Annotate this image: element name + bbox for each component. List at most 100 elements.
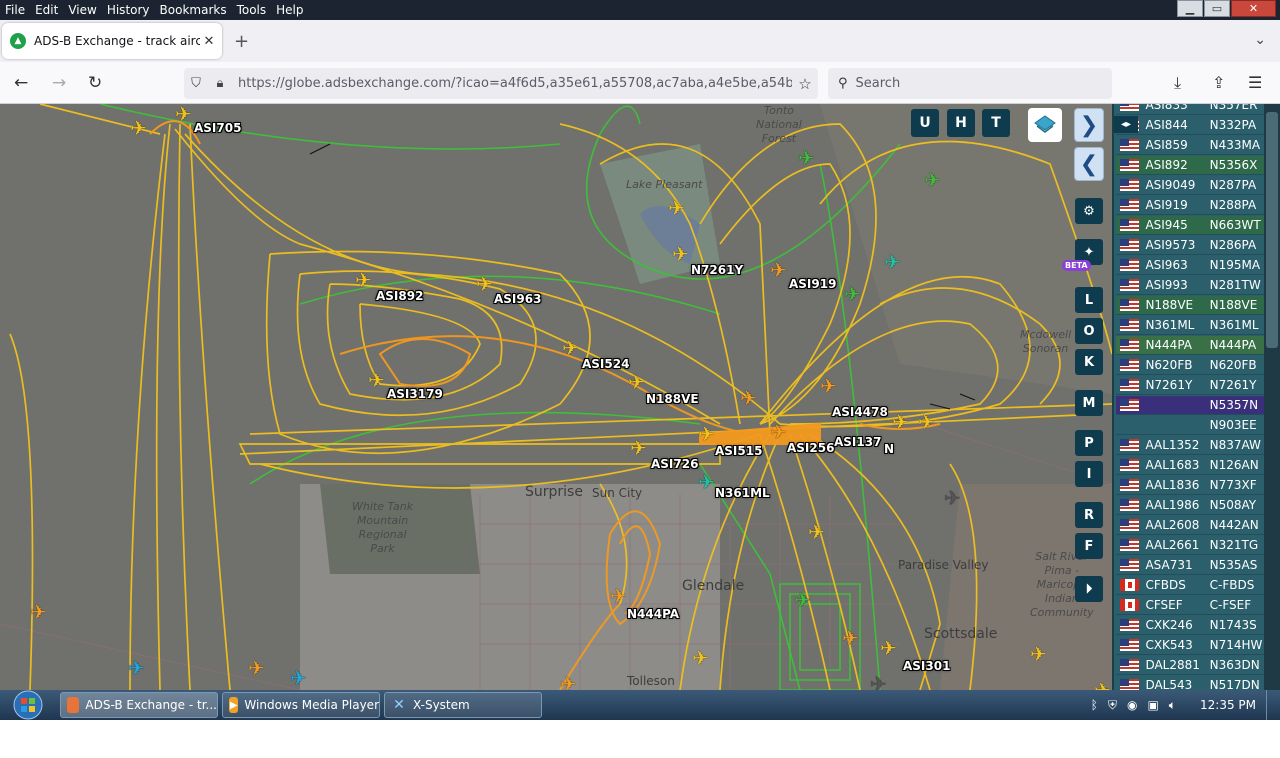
table-row[interactable]: ASI844 N332PA [1116, 116, 1266, 135]
table-row[interactable]: N5357N [1116, 396, 1266, 415]
aircraft-icon[interactable]: ✈ [355, 270, 372, 290]
aircraft-icon[interactable]: ✈ [892, 412, 909, 432]
search-box[interactable]: ⚲ Search [828, 68, 1112, 99]
table-row[interactable]: N188VE N188VE [1116, 296, 1266, 315]
aircraft-map[interactable]: Surprise Sun City Glendale Scottsdale To… [0, 104, 1112, 690]
table-row[interactable]: AAL2608 N442AN [1116, 516, 1266, 535]
close-tab-icon[interactable]: ✕ [200, 34, 218, 49]
aircraft-icon[interactable]: ✈ [630, 438, 647, 458]
table-row[interactable]: CXK246 N1743S [1116, 616, 1266, 635]
k-button[interactable]: K [1075, 349, 1103, 375]
aircraft-icon[interactable]: ✈ [918, 412, 935, 432]
aircraft-icon[interactable]: ✈ [668, 198, 685, 218]
table-row[interactable]: DAL543 N517DN [1116, 676, 1266, 690]
clock[interactable]: 12:35 PM [1200, 698, 1256, 712]
aircraft-label[interactable]: ASI726 [651, 457, 698, 471]
aircraft-icon[interactable]: ✈ [562, 338, 579, 358]
table-row[interactable]: AAL1683 N126AN [1116, 456, 1266, 475]
r-button[interactable]: R [1075, 502, 1103, 528]
t-button[interactable]: T [982, 109, 1010, 137]
p-button[interactable]: P [1075, 430, 1103, 456]
aircraft-label[interactable]: N361ML [715, 486, 770, 500]
network-icon[interactable]: ⛨ [1108, 698, 1117, 713]
aircraft-icon[interactable]: ✈ [770, 260, 787, 280]
bluetooth-icon[interactable]: ᛒ [1091, 698, 1098, 712]
aircraft-icon[interactable]: ✈ [844, 284, 861, 304]
menu-bookmarks[interactable]: Bookmarks [155, 0, 232, 20]
aircraft-label[interactable]: N188VE [646, 392, 699, 406]
table-row[interactable]: ASI892 N5356X [1116, 156, 1266, 175]
maximize-button[interactable]: ▭ [1204, 0, 1230, 17]
aircraft-icon[interactable]: ✈ [1094, 680, 1111, 690]
aircraft-label[interactable]: ASI963 [494, 292, 541, 306]
aircraft-label[interactable]: ASI892 [376, 289, 423, 303]
i-button[interactable]: I [1075, 461, 1103, 487]
aircraft-icon[interactable]: ✈ [884, 252, 901, 272]
h-button[interactable]: H [947, 109, 975, 137]
table-row[interactable]: AAL2661 N321TG [1116, 536, 1266, 555]
aircraft-label[interactable]: N444PA [627, 607, 679, 621]
aircraft-icon[interactable]: ✈ [842, 628, 859, 648]
table-row[interactable]: ASI993 N281TW [1116, 276, 1266, 295]
display-icon[interactable]: ▣ [1147, 698, 1158, 712]
table-row[interactable]: N903EE [1116, 416, 1266, 435]
aircraft-icon[interactable]: ✈ [672, 244, 689, 264]
table-row[interactable]: ASI833 N357ER [1116, 104, 1266, 115]
collapse-panel-button[interactable]: ❮ [1074, 147, 1104, 181]
table-row[interactable]: ASA731 N535AS [1116, 556, 1266, 575]
m-button[interactable]: M [1075, 390, 1103, 416]
aircraft-label[interactable]: ASI301 [903, 659, 950, 673]
aircraft-icon[interactable]: ✈ [924, 170, 941, 190]
aircraft-icon[interactable]: ✈ [290, 668, 307, 688]
extensions-share-icon[interactable]: ⇪ [1212, 73, 1225, 92]
close-window-button[interactable]: ✕ [1231, 0, 1276, 17]
url-bar[interactable]: ⛉ 🔒︎ https://globe.adsbexchange.com/?ica… [184, 68, 818, 99]
hamburger-menu-icon[interactable]: ☰ [1248, 73, 1262, 92]
taskbar-item-firefox[interactable]: ADS-B Exchange - tr... [60, 692, 218, 718]
new-tab-icon[interactable]: + [234, 31, 249, 52]
list-tabs-chevron-icon[interactable]: ⌄ [1254, 32, 1266, 48]
menu-help[interactable]: Help [271, 0, 308, 20]
o-button[interactable]: O [1075, 318, 1103, 344]
menu-file[interactable]: File [0, 0, 30, 20]
table-row[interactable]: AAL1352 N837AW [1116, 436, 1266, 455]
table-row[interactable]: N361ML N361ML [1116, 316, 1266, 335]
aircraft-icon[interactable]: ✈ [798, 148, 815, 168]
aircraft-icon[interactable]: ✈ [128, 658, 145, 678]
aircraft-icon[interactable]: ✈ [628, 372, 645, 392]
aircraft-label[interactable]: N [884, 442, 894, 456]
aircraft-icon[interactable]: ✈ [610, 586, 627, 606]
aircraft-icon[interactable]: ✈ [880, 638, 897, 658]
aircraft-icon[interactable]: ✈ [175, 104, 192, 124]
taskbar-item-media-player[interactable]: ▶ Windows Media Player [222, 692, 380, 718]
table-row[interactable]: DAL2881 N363DN [1116, 656, 1266, 675]
aircraft-icon[interactable]: ✈ [820, 376, 837, 396]
menu-view[interactable]: View [63, 0, 101, 20]
f-button[interactable]: F [1075, 533, 1103, 559]
downloads-icon[interactable]: ⤓ [1174, 73, 1181, 93]
l-button[interactable]: L [1075, 287, 1103, 313]
table-row[interactable]: ASI963 N195MA [1116, 256, 1266, 275]
settings-button[interactable]: ⚙ [1075, 198, 1103, 224]
table-row[interactable]: AAL1836 N773XF [1116, 476, 1266, 495]
aircraft-icon[interactable]: ✈ [770, 422, 787, 442]
aircraft-icon[interactable]: ✈ [808, 522, 825, 542]
aircraft-icon[interactable]: ✈ [692, 648, 709, 668]
bookmark-star-icon[interactable]: ☆ [792, 75, 818, 93]
aircraft-icon[interactable]: ✈ [870, 674, 887, 690]
volume-icon[interactable]: 🔈︎ [1169, 698, 1176, 713]
aircraft-label[interactable]: ASI524 [582, 357, 629, 371]
lock-icon[interactable]: 🔒︎ [208, 76, 232, 91]
menu-edit[interactable]: Edit [30, 0, 63, 20]
aircraft-icon[interactable]: ✈ [368, 370, 385, 390]
start-button[interactable] [8, 690, 48, 720]
aircraft-label[interactable]: ASI4478 [832, 405, 888, 419]
aircraft-icon[interactable]: ✈ [698, 472, 715, 492]
table-row[interactable]: CFSEF C-FSEF [1116, 596, 1266, 615]
table-row[interactable]: N620FB N620FB [1116, 356, 1266, 375]
expand-panel-button[interactable]: ❯ [1074, 108, 1104, 142]
layers-button[interactable] [1028, 108, 1062, 142]
forward-arrow-icon[interactable]: → [52, 73, 66, 93]
table-row[interactable]: ASI919 N288PA [1116, 196, 1266, 215]
aircraft-label[interactable]: ASI3179 [387, 387, 443, 401]
